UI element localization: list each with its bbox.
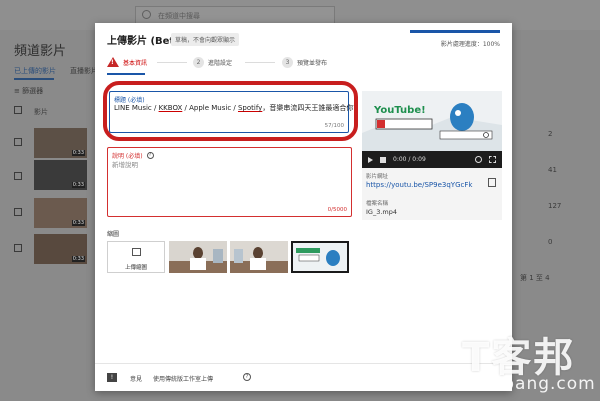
feedback-link[interactable]: 意見	[130, 374, 142, 383]
step-number: 3	[282, 57, 293, 68]
title-char-counter: 57/100	[324, 123, 344, 129]
help-icon[interactable]: ?	[243, 373, 251, 381]
description-field[interactable]: 說明 (必填) ? 新增說明 0/5000	[107, 147, 352, 217]
video-thumbnail[interactable]: 0:33	[34, 234, 87, 264]
fullscreen-icon[interactable]	[489, 156, 496, 163]
pagination-range: 第 1 至 4	[520, 274, 550, 282]
video-thumbnail[interactable]: 0:33	[34, 198, 87, 228]
channel-search-input[interactable]: 在頻道中搜尋	[135, 6, 335, 24]
warning-icon: !	[107, 57, 119, 67]
step-preview-publish[interactable]: 3 預覽並發布	[282, 57, 327, 68]
video-info-panel: 影片網址 https://youtu.be/SP9e3qYGcFk 檔案名稱 I…	[362, 168, 502, 220]
row-checkbox[interactable]	[14, 138, 22, 146]
filter-button[interactable]: ≡ 篩選器	[14, 86, 43, 96]
processing-progress-text: 影片處理進度：100%	[440, 41, 500, 48]
column-header-video: 影片	[14, 106, 48, 117]
dialog-footer: ! 意見 使用傳統版工作室上傳 ?	[95, 363, 512, 391]
page-title: 頻道影片	[14, 44, 67, 59]
video-controls: 0:00 / 0:09	[362, 151, 502, 168]
row-count: 127	[548, 202, 562, 210]
thumbnail-label: 縮圖	[107, 231, 120, 238]
spellcheck-word: KKBOX	[158, 104, 183, 112]
search-icon	[142, 10, 151, 19]
row-checkbox[interactable]	[14, 208, 22, 216]
file-name-label: 檔案名稱	[366, 201, 389, 207]
copy-icon[interactable]	[488, 178, 496, 187]
thumbnail-option[interactable]	[230, 241, 288, 273]
thumbnail-image	[230, 241, 288, 273]
help-icon[interactable]: ?	[146, 152, 154, 159]
image-upload-icon	[132, 248, 141, 256]
settings-gear-icon[interactable]	[475, 156, 482, 163]
thumbnail-image	[169, 241, 227, 273]
svg-text:YouTube!: YouTube!	[373, 105, 426, 116]
duration-badge: 0:33	[71, 182, 85, 188]
processing-progress-fill	[410, 30, 500, 33]
row-count: 0	[548, 238, 553, 246]
title-input-value[interactable]: LINE Music / KKBOX / Apple Music / Spoti…	[114, 103, 360, 113]
thumbnail-option-selected[interactable]	[291, 241, 349, 273]
search-placeholder: 在頻道中搜尋	[158, 12, 200, 20]
filter-label: 篩選器	[22, 87, 44, 95]
description-char-counter: 0/5000	[327, 207, 347, 213]
spellcheck-word: Spotify	[237, 104, 263, 112]
watermark-text: techbang.com	[462, 374, 596, 394]
step-connector	[245, 62, 275, 63]
use-classic-studio-link[interactable]: 使用傳統版工作室上傳	[153, 374, 213, 383]
video-link[interactable]: https://youtu.be/SP9e3qYGcFk	[366, 181, 472, 189]
active-tab-indicator	[14, 78, 54, 80]
upload-steps: ! 基本資訊 2 進階設定 3 預覽並發布	[107, 57, 367, 71]
techbang-logo: T客邦	[462, 335, 576, 381]
step-basic-info[interactable]: ! 基本資訊	[107, 57, 147, 67]
title-field[interactable]: 標題 (必填) LINE Music / KKBOX / Apple Music…	[109, 91, 360, 133]
video-link-label: 影片網址	[366, 174, 389, 180]
duration-badge: 0:33	[71, 150, 85, 156]
play-icon[interactable]	[368, 156, 373, 163]
volume-icon[interactable]	[380, 156, 386, 163]
file-name: IG_3.mp4	[366, 208, 397, 216]
step-advanced[interactable]: 2 進階設定	[193, 57, 232, 68]
step-connector	[157, 62, 187, 63]
upload-dialog: 上傳影片 (Beta 版) 草稿，不會向觀眾顯示 影片處理進度：100% ! 基…	[95, 23, 512, 391]
row-checkbox[interactable]	[14, 244, 22, 252]
video-thumbnail[interactable]: 0:33	[34, 128, 87, 158]
duration-badge: 0:33	[71, 256, 85, 262]
upload-thumbnail-label: 上傳縮圖	[124, 265, 147, 271]
step-label: 預覽並發布	[297, 60, 328, 67]
tab-uploads[interactable]: 已上傳的影片	[14, 66, 56, 76]
draft-badge: 草稿，不會向觀眾顯示	[171, 33, 240, 46]
description-placeholder[interactable]: 新增說明	[112, 159, 138, 169]
video-thumbnail[interactable]: 0:33	[34, 160, 87, 190]
feedback-icon[interactable]: !	[107, 373, 117, 382]
video-time: 0:00 / 0:09	[393, 156, 426, 163]
step-label: 基本資訊	[123, 59, 148, 67]
row-count: 2	[548, 130, 553, 138]
upload-thumbnail-button[interactable]: 上傳縮圖	[107, 241, 165, 273]
video-frame: YouTube!	[362, 91, 502, 151]
step-label: 進階設定	[208, 60, 233, 67]
row-count: 41	[548, 166, 557, 174]
active-step-indicator	[107, 73, 145, 75]
step-number: 2	[193, 57, 204, 68]
thumbnail-image	[293, 243, 347, 271]
duration-badge: 0:33	[71, 220, 85, 226]
row-checkbox[interactable]	[14, 172, 22, 180]
tab-live[interactable]: 直播影片	[70, 66, 98, 76]
thumbnail-option[interactable]	[169, 241, 227, 273]
processing-progress-bar	[410, 30, 500, 33]
